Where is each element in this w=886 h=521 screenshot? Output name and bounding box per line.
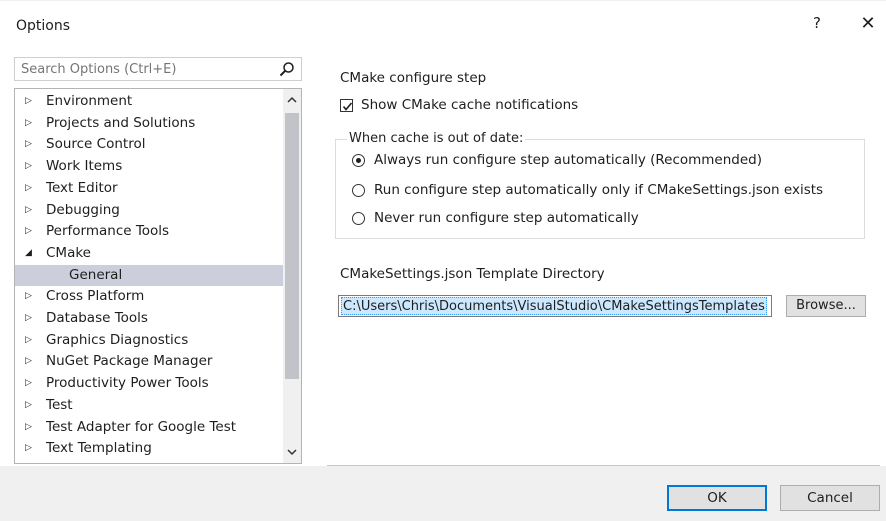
collapsed-arrow-icon[interactable]: ▷ bbox=[25, 308, 39, 329]
collapsed-arrow-icon[interactable]: ▷ bbox=[25, 156, 39, 177]
tree-item-label: Productivity Power Tools bbox=[46, 375, 209, 392]
collapsed-arrow-icon[interactable]: ▷ bbox=[25, 178, 39, 199]
tree-item-label: Cross Platform bbox=[46, 288, 145, 305]
collapsed-arrow-icon[interactable]: ▷ bbox=[25, 134, 39, 155]
tree-item-label: Source Control bbox=[46, 136, 146, 153]
search-options-box[interactable] bbox=[14, 57, 302, 81]
tree-item-label: Graphics Diagnostics bbox=[46, 331, 189, 348]
template-directory-input[interactable]: C:\Users\Chris\Documents\VisualStudio\CM… bbox=[338, 295, 772, 317]
ok-button[interactable]: OK bbox=[667, 485, 767, 511]
collapsed-arrow-icon[interactable]: ▷ bbox=[25, 286, 39, 307]
tree-item[interactable]: ▷ Test bbox=[15, 395, 283, 416]
tree-item[interactable]: ▷ Productivity Power Tools bbox=[15, 373, 283, 394]
tree-item-label: NuGet Package Manager bbox=[46, 353, 213, 370]
radio-always-run-button[interactable] bbox=[352, 154, 365, 167]
tree-item[interactable]: ▷ Text Editor bbox=[15, 178, 283, 199]
tree-item[interactable]: ▷ Work Items bbox=[15, 156, 283, 177]
tree-item-label: General bbox=[69, 266, 123, 283]
tree-item[interactable]: ▷ Database Tools bbox=[15, 308, 283, 329]
template-directory-label: CMakeSettings.json Template Directory bbox=[340, 266, 605, 282]
cancel-button[interactable]: Cancel bbox=[780, 485, 880, 511]
collapsed-arrow-icon[interactable]: ▷ bbox=[25, 113, 39, 134]
footer-divider bbox=[327, 465, 880, 466]
tree-item-label: Test bbox=[46, 396, 73, 413]
tree-item-label: Text Templating bbox=[46, 440, 152, 457]
tree-item[interactable]: ▷ Projects and Solutions bbox=[15, 113, 283, 134]
tree-item[interactable]: ▷ Cross Platform bbox=[15, 286, 283, 307]
show-cache-notifications-checkbox[interactable] bbox=[340, 99, 353, 112]
radio-never-run-label: Never run configure step automatically bbox=[374, 210, 639, 226]
tree-item-label: Text Editor bbox=[46, 179, 118, 196]
tree-item[interactable]: ▷ Source Control bbox=[15, 134, 283, 155]
scroll-up-icon[interactable] bbox=[283, 92, 301, 108]
collapsed-arrow-icon[interactable]: ▷ bbox=[25, 438, 39, 459]
tree-item-label: Performance Tools bbox=[46, 223, 170, 240]
expanded-arrow-icon[interactable]: ◢ bbox=[25, 243, 39, 264]
radio-always-run-label: Always run configure step automatically … bbox=[374, 152, 763, 168]
top-border bbox=[0, 0, 886, 1]
tree-item-label: Environment bbox=[46, 93, 133, 109]
scroll-thumb[interactable] bbox=[285, 113, 299, 379]
radio-run-if-exists-label: Run configure step automatically only if… bbox=[374, 182, 824, 198]
browse-button[interactable]: Browse... bbox=[786, 295, 866, 317]
tree-item[interactable]: ◢ CMake bbox=[15, 243, 283, 264]
tree-item[interactable]: ▷ NuGet Package Manager bbox=[15, 351, 283, 372]
search-icon[interactable] bbox=[279, 61, 295, 77]
tree-scrollbar[interactable] bbox=[283, 89, 301, 463]
collapsed-arrow-icon[interactable]: ▷ bbox=[25, 395, 39, 416]
tree-item[interactable]: ▷ Graphics Diagnostics bbox=[15, 330, 283, 351]
tree-item[interactable]: ▷ Test Adapter for Google Test bbox=[15, 417, 283, 438]
tree-item-label: Debugging bbox=[46, 201, 120, 218]
collapsed-arrow-icon[interactable]: ▷ bbox=[25, 330, 39, 351]
dialog-title: Options bbox=[16, 18, 71, 34]
tree-item[interactable]: ▷ Environment bbox=[15, 91, 283, 112]
tree-item-label: Work Items bbox=[46, 158, 123, 175]
collapsed-arrow-icon[interactable]: ▷ bbox=[25, 91, 39, 112]
tree-item[interactable]: ▷ Performance Tools bbox=[15, 221, 283, 242]
show-cache-notifications-label: Show CMake cache notifications bbox=[361, 97, 579, 113]
collapsed-arrow-icon[interactable]: ▷ bbox=[25, 417, 39, 438]
collapsed-arrow-icon[interactable]: ▷ bbox=[25, 200, 39, 221]
tree-item-label: Test Adapter for Google Test bbox=[46, 418, 237, 435]
tree-item-label: Projects and Solutions bbox=[46, 114, 196, 131]
section-title: CMake configure step bbox=[340, 70, 487, 86]
search-input[interactable] bbox=[15, 58, 275, 80]
tree-item[interactable]: ▷ Debugging bbox=[15, 200, 283, 221]
group-title: When cache is out of date: bbox=[347, 131, 526, 146]
tree-item[interactable]: General bbox=[15, 264, 283, 286]
radio-run-if-exists-button[interactable] bbox=[352, 184, 365, 197]
scroll-down-icon[interactable] bbox=[283, 444, 301, 460]
collapsed-arrow-icon[interactable]: ▷ bbox=[25, 351, 39, 372]
collapsed-arrow-icon[interactable]: ▷ bbox=[25, 373, 39, 394]
radio-never-run-button[interactable] bbox=[352, 212, 365, 225]
close-button[interactable]: ✕ bbox=[856, 13, 880, 39]
tree-item-label: CMake bbox=[46, 244, 91, 261]
collapsed-arrow-icon[interactable]: ▷ bbox=[25, 221, 39, 242]
help-button[interactable]: ? bbox=[807, 14, 827, 38]
tree-item[interactable]: ▷ Text Templating bbox=[15, 438, 283, 459]
title-bar: Options ? ✕ bbox=[0, 0, 886, 56]
template-directory-value[interactable]: C:\Users\Chris\Documents\VisualStudio\CM… bbox=[341, 297, 767, 315]
tree-item-label: Database Tools bbox=[46, 310, 148, 326]
options-tree[interactable]: ▷ Environment ▷ Projects and Solutions ▷ Sour… bbox=[14, 88, 302, 464]
